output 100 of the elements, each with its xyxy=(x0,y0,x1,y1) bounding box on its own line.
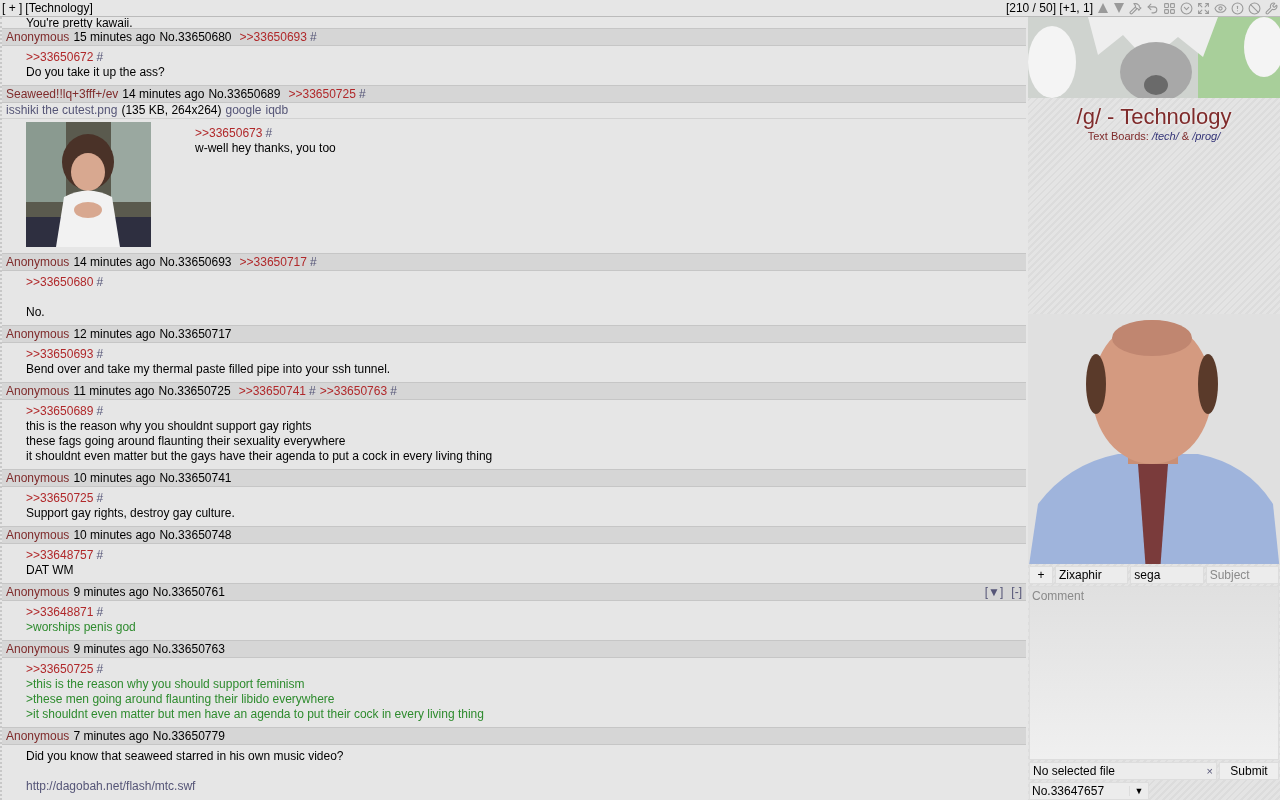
poster-name: Seaweed xyxy=(6,87,57,101)
backlink[interactable]: >>33650717 xyxy=(239,255,307,269)
subject-field[interactable]: Subject xyxy=(1205,566,1279,584)
post-text: No. xyxy=(26,305,45,319)
post-anchor[interactable]: # xyxy=(96,605,104,619)
backlink[interactable]: >>33650741 xyxy=(238,384,307,398)
file-name[interactable]: isshiki the cutest.png xyxy=(6,103,118,118)
expand-icon[interactable] xyxy=(1197,1,1210,15)
post-anchor[interactable]: # xyxy=(390,384,397,398)
board-link[interactable]: /tech/ xyxy=(1151,129,1179,142)
poster-name: Anonymous xyxy=(6,255,70,269)
post-text: Bend over and take my thermal paste filled pipe into your ssh tunnel. xyxy=(26,362,391,376)
post-anchor[interactable]: # xyxy=(309,30,317,44)
post-time: 10 minutes ago xyxy=(73,528,156,542)
quote-link[interactable]: >>33650725 xyxy=(26,662,94,676)
post-number[interactable]: No.33650763 xyxy=(152,642,225,656)
eye-icon[interactable] xyxy=(1214,1,1227,15)
post-text: it shouldnt even matter but the gays have their agenda to put a cock in every living thing xyxy=(26,449,493,463)
poster-name: Anonymous xyxy=(6,642,70,656)
scroll-up-icon[interactable] xyxy=(1097,2,1109,14)
grid-icon[interactable] xyxy=(1163,1,1176,15)
post-text: these fags going around flaunting their sexuality everywhere xyxy=(26,434,346,448)
board-subtitle: Text Boards: xyxy=(1087,129,1149,142)
thread-select[interactable]: No.33647657 ▼ xyxy=(1029,782,1149,800)
quote-link[interactable]: >>33648757 xyxy=(26,548,94,562)
file-status: No selected file xyxy=(1033,764,1116,778)
quote-link[interactable]: >>33650725 xyxy=(26,491,94,505)
post-time: 9 minutes ago xyxy=(73,642,149,656)
post-control[interactable]: [-] xyxy=(1011,585,1022,599)
post-number[interactable]: No.33650748 xyxy=(159,528,232,542)
clear-button[interactable]: × xyxy=(1206,765,1213,777)
name-field[interactable]: Zixaphir xyxy=(1055,566,1129,584)
post-link[interactable]: http://dagobah.net/flash/mtc.swf xyxy=(26,779,196,793)
post-anchor[interactable]: # xyxy=(309,384,316,398)
post-number[interactable]: No.33650717 xyxy=(159,327,232,341)
post-anchor[interactable]: # xyxy=(96,275,104,289)
quote-link[interactable]: >>33650693 xyxy=(26,347,94,361)
post-time: 7 minutes ago xyxy=(73,729,149,743)
post-number[interactable]: No.33650725 xyxy=(158,384,231,398)
comment-field[interactable]: Comment xyxy=(1029,586,1279,760)
post-time: 12 minutes ago xyxy=(73,327,156,341)
backlink[interactable]: >>33650725 xyxy=(288,87,356,101)
post-text: >these men going around flaunting their libido everywhere xyxy=(26,692,335,706)
post-anchor[interactable]: # xyxy=(96,404,104,418)
post-number[interactable]: No.33650680 xyxy=(159,30,232,44)
post-anchor[interactable]: # xyxy=(96,662,104,676)
submit-button[interactable]: Submit xyxy=(1219,762,1279,780)
scroll-down-icon[interactable] xyxy=(1113,2,1125,14)
post-number[interactable]: No.33650761 xyxy=(152,585,225,599)
poster-name: Anonymous xyxy=(6,528,70,542)
post-time: 10 minutes ago xyxy=(73,471,156,485)
post-time: 11 minutes ago xyxy=(73,384,155,398)
hammer-icon[interactable] xyxy=(1129,1,1142,15)
post-text: DAT WM xyxy=(26,563,74,577)
post-anchor[interactable]: # xyxy=(96,548,104,562)
quote-link[interactable]: >>33650680 xyxy=(26,275,94,289)
quote-link[interactable]: >>33650672 xyxy=(26,50,94,64)
post-number[interactable]: No.33650689 xyxy=(208,87,281,101)
backlink[interactable]: >>33650763 xyxy=(319,384,388,398)
post-number[interactable]: No.33650741 xyxy=(159,471,232,485)
post-anchor[interactable]: # xyxy=(309,255,317,269)
post-anchor[interactable]: # xyxy=(96,50,104,64)
alert-icon[interactable] xyxy=(1231,1,1244,15)
email-field[interactable]: sega xyxy=(1130,566,1204,584)
circle-chevron-icon[interactable] xyxy=(1180,1,1193,15)
post-time: 14 minutes ago xyxy=(73,255,156,269)
settings-icon[interactable] xyxy=(1265,1,1278,15)
post-text: Do you take it up the ass? xyxy=(26,65,165,79)
separator-text: & xyxy=(1181,129,1190,142)
toggle-link[interactable]: [ + ] xyxy=(2,1,23,15)
quote-link[interactable]: >>33650673 xyxy=(195,126,263,140)
board-title: [Technology] xyxy=(25,1,93,15)
post-anchor[interactable]: # xyxy=(96,491,104,505)
search-link[interactable]: iqdb xyxy=(265,103,289,118)
poster-name: Anonymous xyxy=(6,30,70,44)
quote-link[interactable]: >>33648871 xyxy=(26,605,94,619)
tripcode: !!lq+3fff+/ev xyxy=(56,87,119,101)
post-anchor[interactable]: # xyxy=(358,87,366,101)
quote-link[interactable]: >>33650689 xyxy=(26,404,94,418)
post-time: 9 minutes ago xyxy=(73,585,149,599)
post-control[interactable]: [▼] xyxy=(984,585,1004,599)
post-anchor[interactable]: # xyxy=(265,126,273,140)
post-number[interactable]: No.33650693 xyxy=(159,255,232,269)
board-link[interactable]: /prog/ xyxy=(1192,129,1221,142)
post-count: [210 / 50] [+1, 1] xyxy=(1005,1,1093,15)
poster-name: Anonymous xyxy=(6,585,70,599)
post-text: >worships penis god xyxy=(26,620,136,634)
post-anchor[interactable]: # xyxy=(96,347,104,361)
backlink[interactable]: >>33650693 xyxy=(239,30,307,44)
expand-button[interactable]: + xyxy=(1029,566,1053,584)
file-field[interactable]: No selected file × xyxy=(1029,762,1217,780)
ban-icon[interactable] xyxy=(1248,1,1261,15)
post-text: w-well hey thanks, you too xyxy=(195,141,336,155)
post-text: Did you know that seaweed starred in his own music video? xyxy=(26,749,344,763)
search-link[interactable]: google xyxy=(225,103,262,118)
poster-name: Anonymous xyxy=(6,729,70,743)
reply-arrow-icon[interactable] xyxy=(1146,1,1159,15)
post-number[interactable]: No.33650779 xyxy=(152,729,225,743)
poster-name: Anonymous xyxy=(6,327,70,341)
post-text: >it shouldnt even matter but men have an agenda to put their cock in every living thing xyxy=(26,707,484,721)
